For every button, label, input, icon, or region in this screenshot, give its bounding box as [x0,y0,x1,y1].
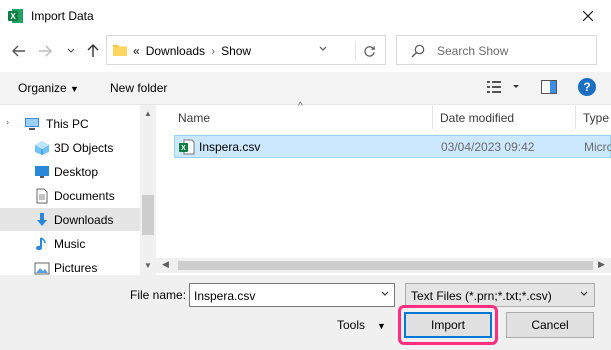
search-input[interactable]: Search Show [437,44,508,58]
sidebar-item-music[interactable]: Music [0,232,140,255]
up-arrow-icon [87,44,99,57]
column-divider[interactable] [575,105,576,129]
command-bar: Organize ▼ New folder ? [0,72,611,105]
excel-icon: X [8,9,23,23]
dialog-footer: File name: Inspera.csv Text Files (*.prn… [0,275,611,350]
desktop-icon [35,166,49,178]
scroll-left-icon[interactable]: ◀ [162,259,169,270]
sidebar-item-label: Pictures [54,261,98,275]
tools-menu-button[interactable]: Tools ▼ [337,318,386,332]
scroll-right-icon[interactable]: ▶ [598,259,605,270]
up-button[interactable] [84,42,102,60]
column-header-name[interactable]: Name [178,105,210,129]
file-name-value: Inspera.csv [194,289,256,303]
window-title: Import Data [31,9,94,23]
search-icon [411,44,425,58]
file-name-field[interactable]: Inspera.csv [189,283,395,307]
address-separator: › [211,44,216,58]
downloads-icon [37,213,47,226]
expand-chevron-icon: › [6,117,9,127]
sidebar-item-label: Downloads [54,213,114,227]
sort-ascending-icon: ^ [298,101,303,112]
organize-label: Organize [18,81,67,95]
sidebar-item-label: 3D Objects [54,141,114,155]
address-dropdown-icon[interactable] [318,44,328,54]
file-name: Inspera.csv [199,140,261,154]
sidebar-item-desktop[interactable]: Desktop [0,160,140,183]
file-date: 03/04/2023 09:42 [441,140,535,154]
title-bar: X Import Data [0,0,611,32]
scrollbar-thumb[interactable] [142,195,154,235]
organize-button[interactable]: Organize ▼ [18,81,79,95]
view-options-button[interactable] [487,80,521,97]
refresh-button[interactable] [355,41,383,61]
chevron-down-icon [580,291,588,296]
sidebar-item-downloads[interactable]: Downloads [0,208,140,231]
svg-text:X: X [10,12,16,21]
file-row[interactable]: X Inspera.csv 03/04/2023 09:42 Micro [174,135,611,158]
file-type: Micro [584,140,611,154]
file-type-filter-value: Text Files (*.prn;*.txt;*.csv) [411,289,552,303]
navigation-pane: › This PC 3D Objects Desktop Documents D… [0,105,156,275]
documents-icon [36,188,48,204]
organize-caret-icon: ▼ [70,84,79,94]
view-options-icon [487,81,519,93]
address-overflow[interactable]: « [133,44,140,58]
address-segment-downloads[interactable]: Downloads [146,44,205,58]
pc-icon [25,118,39,130]
scrollbar-thumb[interactable] [178,261,593,270]
help-button[interactable]: ? [578,78,596,96]
file-name-label: File name: [130,288,187,302]
sidebar-item-3d-objects[interactable]: 3D Objects [0,136,140,159]
sidebar-item-documents[interactable]: Documents [0,184,140,207]
column-header-type[interactable]: Type [583,105,609,129]
sidebar-item-this-pc[interactable]: › This PC [0,112,140,135]
recent-locations-button[interactable] [62,42,80,60]
close-button[interactable] [565,0,611,32]
chevron-down-icon [67,48,75,53]
3d-objects-icon [35,141,49,155]
import-highlight-annotation [398,305,498,345]
sidebar-item-label: This PC [46,117,89,131]
back-arrow-icon [12,45,25,57]
tools-label: Tools [337,318,366,332]
sidebar-item-label: Documents [54,189,115,203]
column-header-date[interactable]: Date modified [440,105,514,129]
svg-text:X: X [181,145,186,152]
forward-arrow-icon [39,45,52,57]
horizontal-scrollbar[interactable]: ◀ ▶ [156,258,611,273]
file-type-filter[interactable]: Text Files (*.prn;*.txt;*.csv) [405,283,595,307]
new-folder-button[interactable]: New folder [110,81,167,95]
refresh-icon [364,45,375,57]
scroll-down-icon[interactable]: ▼ [144,261,152,270]
preview-pane-button[interactable] [541,80,557,97]
file-list: ^ Name Date modified Type X Inspera.csv … [166,101,611,255]
sidebar-item-label: Music [54,237,86,251]
search-box[interactable]: Search Show [396,35,597,65]
forward-button[interactable] [36,42,54,60]
pictures-icon [34,262,50,275]
address-segment-show[interactable]: Show [221,44,251,58]
chevron-down-icon[interactable] [380,289,390,299]
excel-csv-file-icon: X [179,139,195,155]
sidebar-item-label: Desktop [54,165,99,179]
column-divider[interactable] [432,105,433,129]
scroll-up-icon[interactable]: ▲ [144,109,152,118]
cancel-button[interactable]: Cancel [506,312,594,338]
music-icon [36,237,46,251]
preview-pane-icon [541,80,557,94]
address-bar[interactable]: « Downloads › Show [106,35,386,65]
folder-icon [113,45,127,56]
close-icon [583,11,593,21]
sidebar-scrollbar[interactable]: ▲ ▼ [140,105,156,275]
back-button[interactable] [10,42,28,60]
tools-caret-icon: ▼ [377,321,386,331]
